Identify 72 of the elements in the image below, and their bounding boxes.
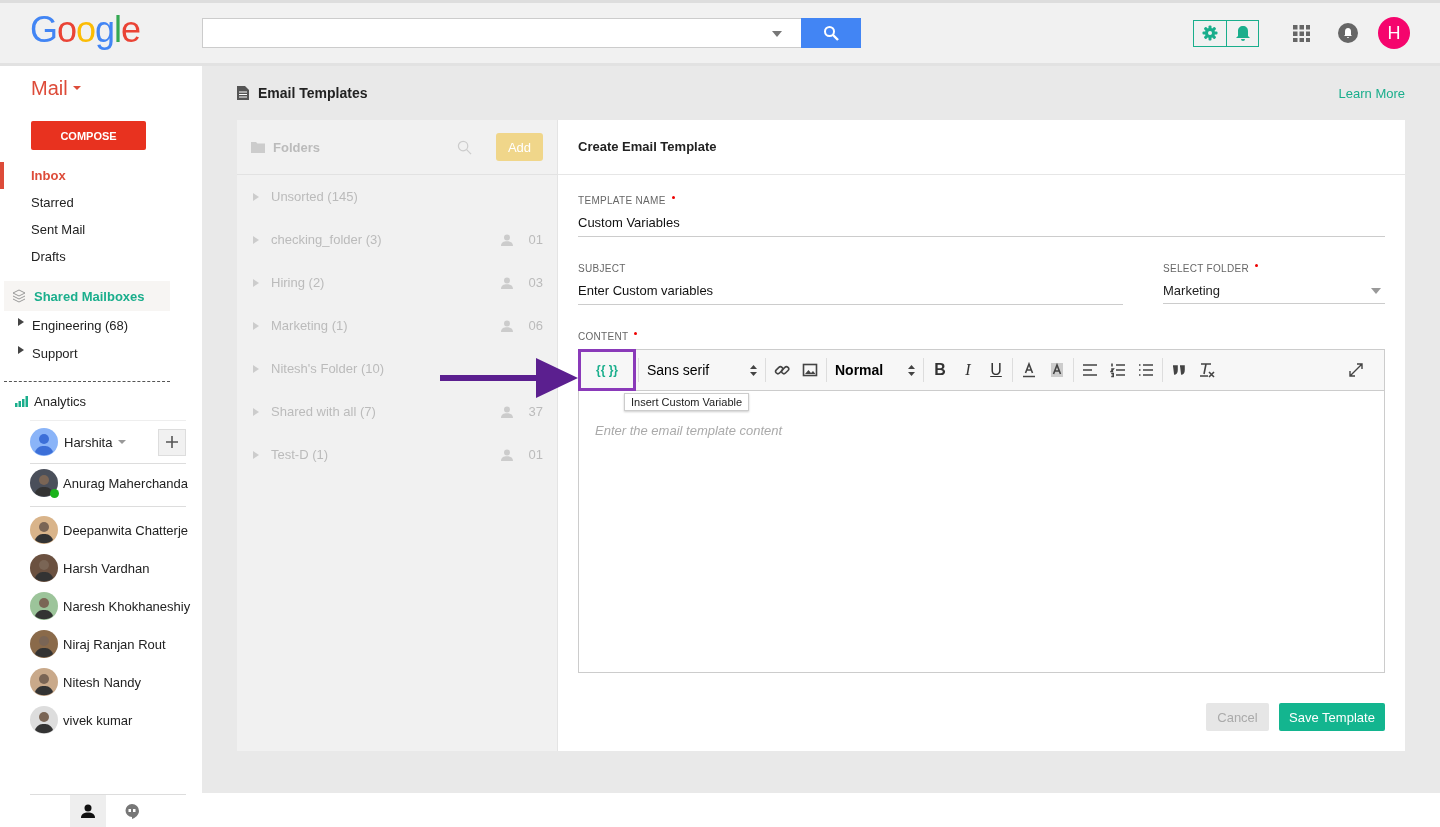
italic-button[interactable]: I [954,355,982,385]
folder-icon [251,141,265,153]
caret-icon [72,86,81,90]
add-button[interactable] [158,428,186,456]
expand-icon [1348,362,1364,378]
quote-icon [1171,362,1187,378]
plus-icon [166,436,178,448]
field-label: SUBJECT [578,263,626,274]
notification-icon[interactable] [1338,23,1358,43]
highlight-icon [1049,362,1065,378]
bullet-list-icon [1138,362,1154,378]
contacts-tab[interactable] [70,795,106,827]
bold-button[interactable]: B [926,355,954,385]
person-icon [501,319,513,332]
align-icon [1082,362,1098,378]
contact-name[interactable]: Niraj Ranjan Rout [63,636,166,652]
nav-item[interactable]: Drafts [0,243,202,270]
expand-arrow-icon[interactable] [18,346,24,354]
contact-avatar [30,469,58,497]
nav-item[interactable]: Sent Mail [0,216,202,243]
compose-button[interactable]: COMPOSE [31,121,146,150]
mailbox-item[interactable]: Support [32,345,78,361]
form-title: Create Email Template [558,120,1405,175]
gear-icon [1202,25,1218,41]
user-avatar [30,428,58,456]
contact-name[interactable]: vivek kumar [63,712,133,728]
account-avatar[interactable]: H [1378,17,1410,49]
field-label: CONTENT [578,331,629,342]
field-label: TEMPLATE NAME [578,195,666,206]
numbered-list-icon [1110,362,1126,378]
sort-arrows-icon [750,364,757,376]
apps-grid-icon[interactable] [1293,24,1310,42]
layers-icon [12,289,26,303]
caret-icon [1371,287,1381,294]
user-name[interactable]: Harshita [64,434,113,450]
caret-icon[interactable] [118,440,127,444]
search-button[interactable] [801,18,861,48]
google-logo: Google [30,9,142,51]
bell-icon [1235,25,1250,41]
page-title: Email Templates [258,85,368,101]
contact-name[interactable]: Harsh Vardhan [63,560,150,576]
underline-button[interactable]: U [982,355,1010,385]
image-icon [802,362,818,378]
mailbox-item[interactable]: Engineering (68) [32,317,129,333]
bar-chart-icon [15,395,28,407]
caret-icon[interactable] [772,31,782,37]
person-icon [501,276,513,289]
search-field[interactable] [202,18,801,48]
format-dropdown[interactable]: Sans serif [641,355,763,385]
text-color-icon [1021,362,1037,378]
expand-arrow-icon[interactable] [18,318,24,326]
person-icon [501,448,513,461]
nav-item[interactable]: Starred [0,189,202,216]
person-icon [501,233,513,246]
sort-arrows-icon [908,364,915,376]
format-dropdown[interactable]: Normal [829,355,921,385]
contact-name[interactable]: Nitesh Nandy [63,674,142,690]
contact-name[interactable]: Deepanwita Chatterje [63,522,189,538]
contact-name[interactable]: Anurag Maherchanda [63,475,189,491]
search-icon [823,25,839,41]
chat-bubble-icon [125,803,139,819]
section-title: Shared Mailboxes [34,288,145,304]
clear-format-icon [1199,362,1215,378]
person-icon [81,804,95,818]
contact-name[interactable]: Naresh Khokhaneshiy [63,598,191,614]
nav-item[interactable]: Analytics [34,393,87,409]
field-label: SELECT FOLDER [1163,263,1249,274]
person-icon [501,405,513,418]
app-switcher[interactable]: Mail [0,74,202,102]
document-icon [237,86,249,100]
folder-dropdown[interactable]: Marketing [1163,281,1385,304]
tooltip: Insert Custom Variable [624,393,750,411]
